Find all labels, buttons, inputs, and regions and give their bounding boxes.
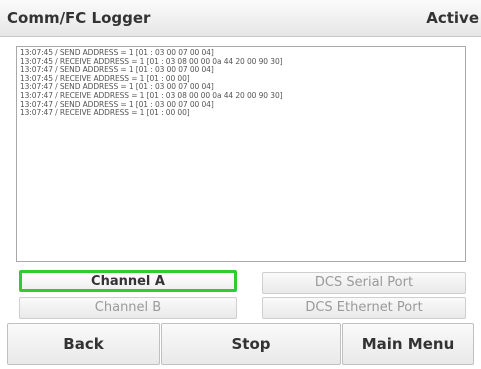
dcs-ethernet-port-button[interactable]: DCS Ethernet Port <box>262 297 466 319</box>
page-title: Comm/FC Logger <box>7 9 151 27</box>
log-line: 13:07:47 / RECEIVE ADDRESS = 1 [01 : 00 … <box>20 108 190 118</box>
back-button[interactable]: Back <box>7 323 160 365</box>
stop-button[interactable]: Stop <box>161 323 341 365</box>
channel-b-button[interactable]: Channel B <box>19 297 237 319</box>
title-bar: Comm/FC Logger Active <box>0 0 481 37</box>
status-text: Active <box>426 9 479 27</box>
dcs-serial-port-button[interactable]: DCS Serial Port <box>262 272 466 294</box>
main-menu-button[interactable]: Main Menu <box>342 323 474 365</box>
log-panel[interactable]: 13:07:45 / SEND ADDRESS = 1 [01 : 03 00 … <box>16 46 466 262</box>
channel-a-button[interactable]: Channel A <box>19 270 237 292</box>
